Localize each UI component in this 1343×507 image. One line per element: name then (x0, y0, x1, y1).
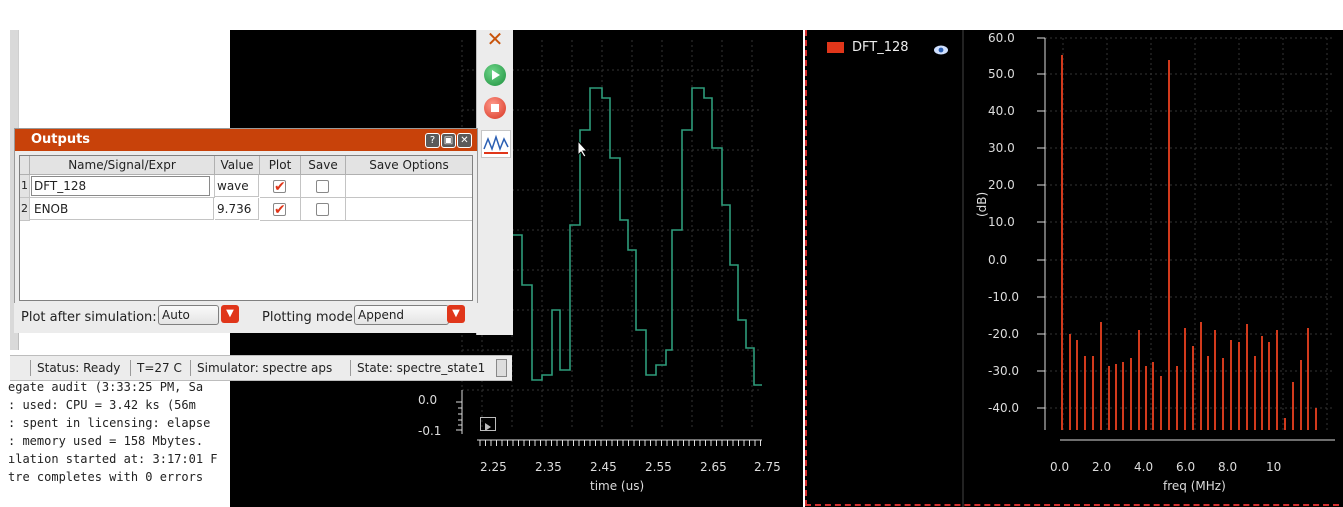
save-checkbox[interactable] (316, 180, 329, 193)
eye-icon[interactable] (933, 41, 949, 55)
row-number: 2 (20, 198, 30, 221)
plot-cell: ✔ (260, 198, 301, 221)
column-header[interactable]: Value (215, 156, 260, 175)
x-tick-label: 2.35 (535, 460, 562, 474)
column-header[interactable]: Save Options (346, 156, 472, 175)
column-header[interactable]: Save (301, 156, 346, 175)
table-corner (20, 156, 30, 175)
outputs-table: Name/Signal/Expr Value Plot Save Save Op… (19, 155, 473, 301)
status-temperature: T=27 C (130, 360, 182, 376)
log-line: egate audit (3:33:25 PM, Sa (8, 380, 204, 394)
status-bar: Status: Ready T=27 C Simulator: spectre … (10, 355, 512, 381)
save-options-cell[interactable] (346, 198, 472, 221)
float-icon[interactable]: ▣ (441, 133, 456, 148)
column-header[interactable]: Plot (260, 156, 301, 175)
close-x-icon[interactable]: ✕ (483, 29, 507, 50)
outputs-window: Outputs ? ▣ ✕ Name/Signal/Expr Value Plo… (14, 128, 478, 305)
legend-label[interactable]: DFT_128 (852, 40, 909, 55)
log-line: : spent in licensing: elapse (8, 416, 211, 430)
resize-handle[interactable] (496, 359, 507, 377)
plotting-mode-label: Plotting mode: (262, 310, 358, 325)
plot-checkbox[interactable]: ✔ (273, 179, 286, 195)
x-tick-label: 2.75 (754, 460, 781, 474)
table-row[interactable]: DFT_128 (30, 175, 215, 198)
status-state: State: spectre_state1 (350, 360, 485, 376)
checkmark-icon: ✔ (274, 202, 286, 218)
selected-plot-border (805, 30, 1339, 506)
x-tick-label: 2.65 (700, 460, 727, 474)
status-simulator: Simulator: spectre aps (190, 360, 332, 376)
output-value: 9.736 (215, 198, 259, 220)
x-tick-label: 2.55 (645, 460, 672, 474)
row-number: 1 (20, 175, 30, 198)
column-header[interactable]: Name/Signal/Expr (30, 156, 215, 175)
x-axis-label: time (us) (590, 479, 645, 493)
y-tick-label: 0.0 (418, 393, 438, 407)
log-line: : used: CPU = 3.42 ks (56m (8, 398, 196, 412)
save-checkbox[interactable] (316, 203, 329, 216)
plot-checkbox[interactable]: ✔ (273, 202, 286, 218)
chevron-down-icon[interactable]: ▼ (447, 305, 465, 323)
save-cell (301, 198, 346, 221)
checkmark-icon: ✔ (274, 179, 286, 195)
close-icon[interactable]: ✕ (457, 133, 472, 148)
x-tick-label: 2.45 (590, 460, 617, 474)
help-icon[interactable]: ? (425, 133, 440, 148)
save-cell (301, 175, 346, 198)
output-value: wave (215, 175, 259, 197)
log-line: : memory used = 158 Mbytes. (8, 434, 204, 448)
save-options-cell[interactable] (346, 175, 472, 198)
legend-swatch[interactable] (827, 42, 844, 53)
tool-strip: ✕ (476, 29, 513, 335)
status-ready: Status: Ready (30, 360, 120, 376)
outputs-title: Outputs (31, 132, 91, 147)
outputs-titlebar[interactable]: Outputs ? ▣ ✕ (15, 129, 477, 151)
log-line: tre completes with 0 errors (8, 470, 204, 484)
mouse-cursor-icon (577, 139, 589, 162)
play-small-icon[interactable] (480, 417, 496, 431)
log-line: ılation started at: 3:17:01 F (8, 452, 218, 466)
waveform-icon[interactable] (481, 130, 511, 158)
output-name[interactable]: DFT_128 (31, 176, 210, 196)
plot-controls: Plot after simulation: Auto ▼ Plotting m… (14, 303, 512, 333)
plotting-mode-select[interactable]: Append (354, 305, 449, 325)
output-name[interactable]: ENOB (30, 198, 214, 220)
stop-icon[interactable] (484, 97, 506, 119)
plot-cell: ✔ (260, 175, 301, 198)
chevron-down-icon[interactable]: ▼ (221, 305, 239, 323)
x-tick-label: 2.25 (480, 460, 507, 474)
run-icon[interactable] (484, 64, 506, 86)
plot-after-select[interactable]: Auto (158, 305, 219, 325)
plot-after-label: Plot after simulation: (21, 310, 157, 325)
y-tick-label: -0.1 (418, 424, 442, 438)
